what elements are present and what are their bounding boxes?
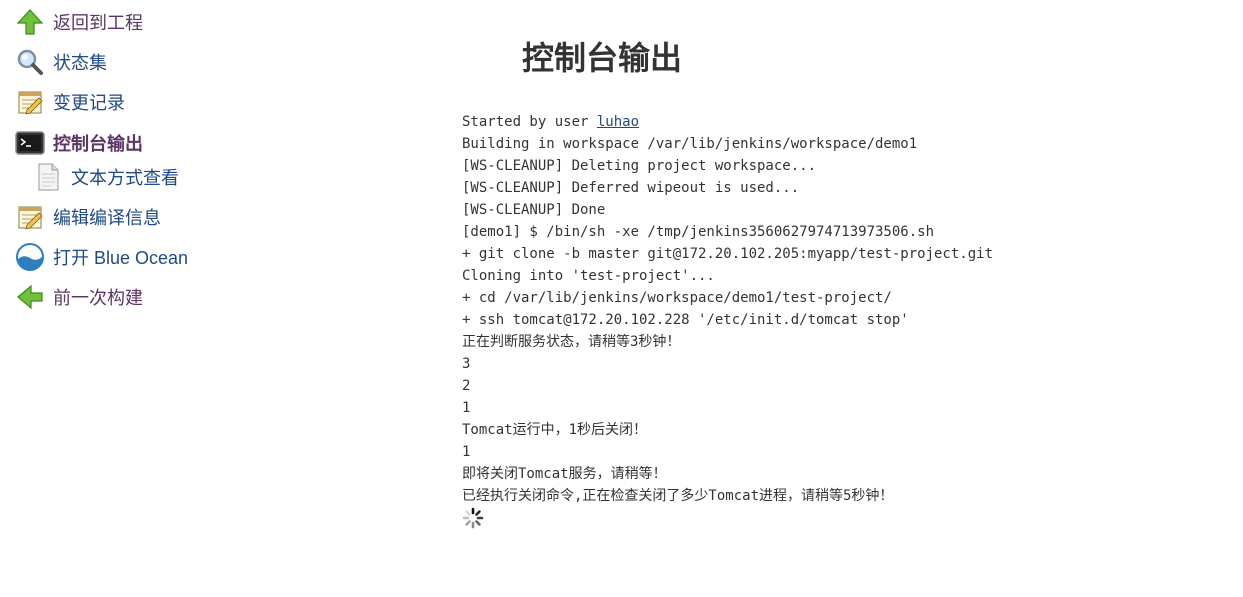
console-line: [WS-CLEANUP] Deferred wipeout is used...: [462, 180, 800, 196]
console-line: 正在判断服务状态，请稍等3秒钟！: [462, 334, 681, 350]
console-line: Started by user luhao: [462, 111, 993, 133]
sidebar-item-label: 前一次构建: [53, 288, 143, 308]
sidebar-item-label: 控制台输出: [53, 134, 143, 154]
sidebar-item-label: 返回到工程: [53, 13, 143, 33]
page-title: 控制台输出: [522, 40, 683, 76]
console-line: [WS-CLEANUP] Done: [462, 202, 606, 218]
sidebar-item-edit-build-info[interactable]: 编辑编译信息: [14, 201, 161, 233]
notepad-icon: [14, 201, 46, 233]
sidebar-item-console-output[interactable]: 控制台输出: [14, 127, 143, 159]
console-output: Started by user luhao Building in workspa…: [462, 111, 993, 507]
up-arrow-icon: [14, 6, 46, 38]
console-line-prefix: Started by user: [462, 114, 597, 130]
console-line: 即将关闭Tomcat服务，请稍等！: [462, 466, 667, 482]
console-line: [demo1] $ /bin/sh -xe /tmp/jenkins356062…: [462, 224, 935, 240]
notepad-icon: [14, 86, 46, 118]
sidebar-item-label: 打开 Blue Ocean: [53, 248, 189, 268]
terminal-icon: [14, 127, 46, 159]
console-line: 1: [462, 400, 471, 416]
document-icon: [32, 161, 64, 193]
loading-spinner-icon: [462, 507, 484, 529]
blue-ocean-icon: [14, 241, 46, 273]
console-line: Building in workspace /var/lib/jenkins/w…: [462, 136, 918, 152]
sidebar-item-previous-build[interactable]: 前一次构建: [14, 281, 143, 313]
console-line: 3: [462, 356, 471, 372]
console-line: + git clone -b master git@172.20.102.205…: [462, 246, 994, 262]
sidebar-item-changes[interactable]: 变更记录: [14, 86, 125, 118]
console-line: 2: [462, 378, 471, 394]
sidebar-item-back-to-project[interactable]: 返回到工程: [14, 6, 143, 38]
sidebar-item-label: 编辑编译信息: [53, 208, 161, 228]
console-line: [WS-CLEANUP] Deleting project workspace.…: [462, 158, 817, 174]
magnifier-icon: [14, 46, 46, 78]
sidebar-item-view-as-text[interactable]: 文本方式查看: [32, 161, 179, 193]
console-line: Cloning into 'test-project'...: [462, 268, 715, 284]
sidebar-item-label: 文本方式查看: [71, 168, 179, 188]
console-line: + ssh tomcat@172.20.102.228 '/etc/init.d…: [462, 312, 909, 328]
sidebar-item-label: 变更记录: [53, 93, 125, 113]
sidebar-item-label: 状态集: [53, 53, 107, 73]
sidebar-item-status[interactable]: 状态集: [14, 46, 107, 78]
user-link[interactable]: luhao: [597, 114, 639, 130]
sidebar-item-open-blue-ocean[interactable]: 打开 Blue Ocean: [14, 241, 188, 273]
console-line: Tomcat运行中，1秒后关闭！: [462, 422, 648, 438]
console-line: 已经执行关闭命令,正在检查关闭了多少Tomcat进程，请稍等5秒钟！: [462, 488, 894, 504]
console-line: + cd /var/lib/jenkins/workspace/demo1/te…: [462, 290, 892, 306]
left-arrow-icon: [14, 281, 46, 313]
console-line: 1: [462, 444, 471, 460]
